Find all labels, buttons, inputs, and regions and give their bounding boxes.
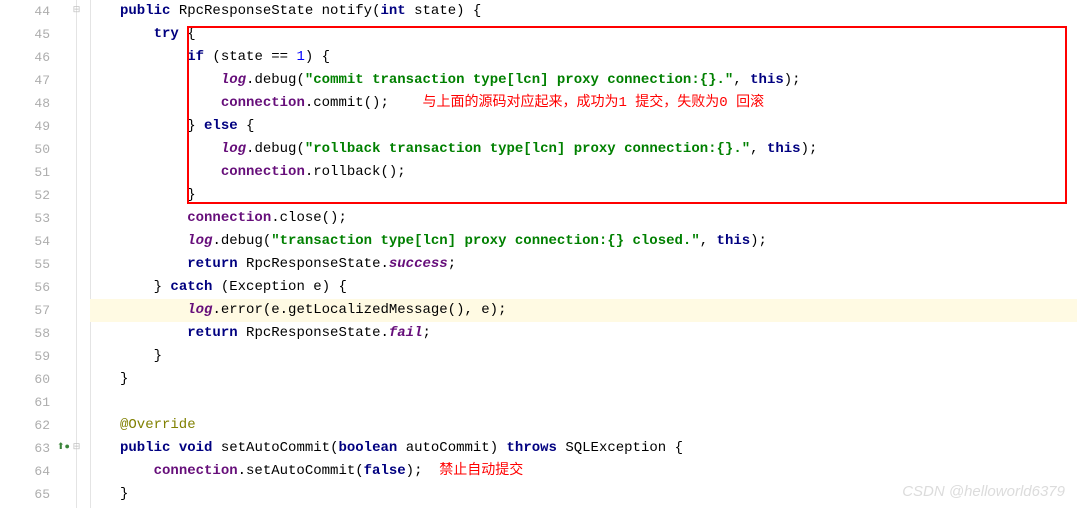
line-number: 45 [0,27,50,42]
line-number: 61 [0,395,50,410]
code-line: public RpcResponseState notify(int state… [90,0,481,23]
line-number: 62 [0,418,50,433]
code-line: return RpcResponseState.success; [90,253,456,276]
code-line: public void setAutoCommit(boolean autoCo… [90,437,683,460]
line-number: 65 [0,487,50,502]
code-line: connection.commit(); 与上面的源码对应起来，成功为1 提交，… [90,92,764,115]
code-line: log.debug("commit transaction type[lcn] … [90,69,801,92]
code-line: } [90,345,162,368]
fold-toggle-icon[interactable]: ⊟ [72,6,81,15]
code-line [90,391,128,414]
line-number: 44 [0,4,50,19]
line-number: 47 [0,73,50,88]
code-line: @Override [90,414,196,437]
line-number: 64 [0,464,50,479]
line-number: 53 [0,211,50,226]
code-line: log.debug("rollback transaction type[lcn… [90,138,817,161]
line-number: 49 [0,119,50,134]
annotation-comment: 与上面的源码对应起来，成功为1 提交，失败为0 回滚 [422,95,764,111]
line-number: 52 [0,188,50,203]
code-line: } else { [90,115,254,138]
code-line: } [90,483,128,506]
line-number: 59 [0,349,50,364]
code-line: connection.close(); [90,207,347,230]
line-number: 50 [0,142,50,157]
code-line: } [90,184,196,207]
gutter: 44 45 46 47 48 49 50 51 52 53 54 55 56 57 58 59 60 61 62 63… [0,0,91,508]
line-number: 58 [0,326,50,341]
code-line: connection.setAutoCommit(false); 禁止自动提交 [90,460,523,483]
annotation-comment: 禁止自动提交 [439,463,523,479]
watermark-text: CSDN @helloworld6379 [902,483,1065,500]
code-line: if (state == 1) { [90,46,330,69]
code-line: } catch (Exception e) { [90,276,347,299]
line-number: 56 [0,280,50,295]
code-line: try { [90,23,196,46]
code-line: } [90,368,128,391]
line-number: 63 [0,441,50,456]
code-area[interactable]: public RpcResponseState notify(int state… [90,0,1077,508]
line-number: 57 [0,303,50,318]
line-number: 54 [0,234,50,249]
code-line: connection.rollback(); [90,161,406,184]
line-number: 51 [0,165,50,180]
code-line-highlighted: log.error(e.getLocalizedMessage(), e); [90,299,1077,322]
code-line: return RpcResponseState.fail; [90,322,431,345]
fold-guide-line [76,0,77,508]
line-number: 55 [0,257,50,272]
line-number: 46 [0,50,50,65]
line-number: 48 [0,96,50,111]
override-gutter-icon[interactable]: ⬆● [57,442,70,452]
code-line: log.debug("transaction type[lcn] proxy c… [90,230,767,253]
fold-toggle-icon[interactable]: ⊟ [72,443,81,452]
line-number: 60 [0,372,50,387]
